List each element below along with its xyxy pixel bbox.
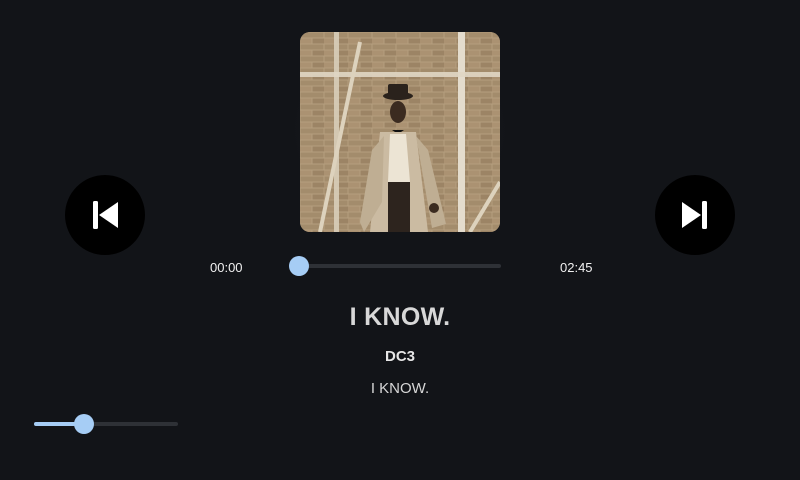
seek-bar-thumb[interactable]: [289, 256, 309, 276]
next-track-button[interactable]: [655, 175, 735, 255]
previous-track-button[interactable]: [65, 175, 145, 255]
volume-slider-thumb[interactable]: [74, 414, 95, 434]
track-album: I KNOW.: [370, 380, 430, 397]
volume-slider-track[interactable]: [34, 422, 178, 426]
track-artist: DC3: [384, 348, 415, 365]
skip-previous-icon: [93, 201, 118, 229]
current-time: 00:00: [210, 260, 243, 275]
album-art: [300, 32, 500, 232]
seek-bar-track[interactable]: [299, 264, 501, 268]
total-time: 02:45: [560, 260, 593, 275]
track-title: I KNOW.: [349, 303, 451, 331]
skip-next-icon: [682, 201, 707, 229]
